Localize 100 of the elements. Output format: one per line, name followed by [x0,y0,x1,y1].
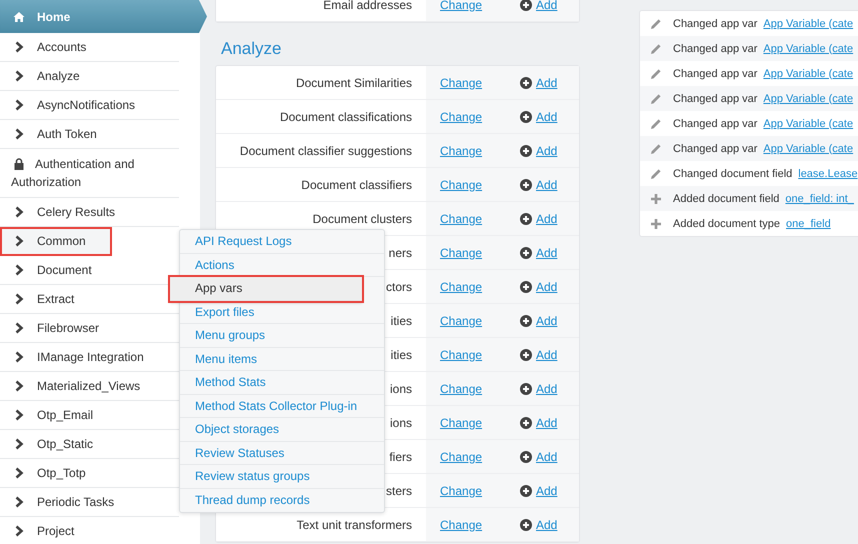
table-cell: ions [390,416,412,430]
plus-icon [650,192,662,204]
add-link[interactable]: Add [536,178,558,192]
home-icon [13,10,25,22]
object-link[interactable]: lease.Lease [798,168,858,180]
add-link[interactable]: Add [536,314,558,328]
table-cell: ners [388,246,412,260]
object-link[interactable]: App Variable (cate [763,42,854,54]
add-link[interactable]: Add [536,0,558,12]
object-link[interactable]: one_field [786,218,831,230]
menu-item[interactable]: Menu items [180,348,384,371]
chevron-icon [13,525,25,537]
menu-item[interactable]: App vars [170,277,362,300]
add-link[interactable]: Add [536,280,558,294]
pencil-icon [650,168,662,180]
action-text: Added document field [673,192,780,204]
table-cell: ities [390,348,412,362]
add-link[interactable]: Add [536,484,558,498]
plus-icon [650,218,662,230]
object-link[interactable]: App Variable (cate [763,92,854,104]
add-link[interactable]: Add [536,76,558,90]
add-link[interactable]: Add [536,110,558,124]
action-text: Changed app var [673,68,758,80]
chevron-icon [13,409,25,421]
action-text: Changed document field [673,168,792,180]
action-text: Added document type [673,218,780,230]
menu-item[interactable]: Object storages [180,418,384,442]
object-link[interactable]: App Variable (cate [763,142,854,154]
action-text: Changed app var [673,142,758,154]
menu-item[interactable]: Review Statuses [180,442,384,465]
add-icon [520,484,532,496]
add-link[interactable]: Add [536,246,558,260]
table-cell: Document clusters [312,212,412,226]
chevron-icon [13,438,25,450]
pencil-icon [650,92,662,104]
chevron-icon [13,467,25,479]
table-cell: fiers [389,450,412,464]
table-cell: sters [386,484,412,498]
chevron-icon [13,351,25,363]
object-link[interactable]: App Variable (cate [763,118,854,130]
chevron-icon [13,322,25,334]
action-text: Changed app var [673,118,758,130]
add-link[interactable]: Add [536,144,558,158]
table-cell: ctors [386,280,412,294]
menu-item[interactable]: Menu groups [180,324,384,348]
pencil-icon [650,42,662,54]
table-cell: Document classifier suggestions [240,144,412,158]
table-cell: Text unit transformers [296,518,412,532]
menu-item[interactable]: Method Stats [180,371,384,394]
object-link[interactable]: one_field: int_ [785,192,854,204]
menu-item[interactable]: Review status groups [180,465,384,488]
chevron-icon [13,380,25,392]
chevron-icon [13,99,25,111]
section-title: Analyze [221,39,282,59]
pencil-icon [650,142,662,154]
action-text: Changed app var [673,42,758,54]
chevron-icon [13,293,25,305]
add-icon [520,518,532,530]
add-icon [520,178,532,190]
pencil-icon [650,68,662,80]
add-icon [520,382,532,394]
sidebar-item[interactable]: Common [0,227,112,256]
add-icon [520,348,532,360]
chevron-icon [13,264,25,276]
object-link[interactable]: App Variable (cate [763,18,854,30]
add-icon [520,212,532,224]
add-icon [520,76,532,88]
table-cell: ions [390,382,412,396]
action-text: Changed app var [673,92,758,104]
chevron-icon [13,496,25,508]
chevron-icon [13,128,25,140]
add-link[interactable]: Add [536,212,558,226]
add-icon [520,314,532,326]
add-link[interactable]: Add [536,450,558,464]
menu-item[interactable]: Method Stats Collector Plug-in [180,394,384,418]
menu-item[interactable]: Thread dump records [180,488,384,512]
add-icon [520,280,532,292]
menu-item[interactable]: API Request Logs [180,230,384,254]
add-link[interactable]: Add [536,348,558,362]
add-link[interactable]: Add [536,416,558,430]
pencil-icon [650,118,662,130]
add-icon [520,450,532,462]
sidebar-item[interactable]: Home [0,0,207,33]
chevron-icon [13,41,25,53]
add-link[interactable]: Add [536,382,558,396]
chevron-icon [13,206,25,218]
add-icon [520,416,532,428]
add-icon [520,144,532,156]
table-cell: ities [390,314,412,328]
table-cell: Document classifications [280,110,412,124]
lock-icon [13,158,25,170]
chevron-icon [13,235,25,247]
chevron-icon [13,70,25,82]
add-link[interactable]: Add [536,518,558,532]
table-cell-text: Email addresses [322,0,413,14]
object-link[interactable]: App Variable (cate [763,68,854,80]
table-cell: Document Similarities [296,76,412,90]
add-icon [520,110,532,122]
add-icon [520,246,532,258]
menu-item[interactable]: Export files [180,300,384,324]
